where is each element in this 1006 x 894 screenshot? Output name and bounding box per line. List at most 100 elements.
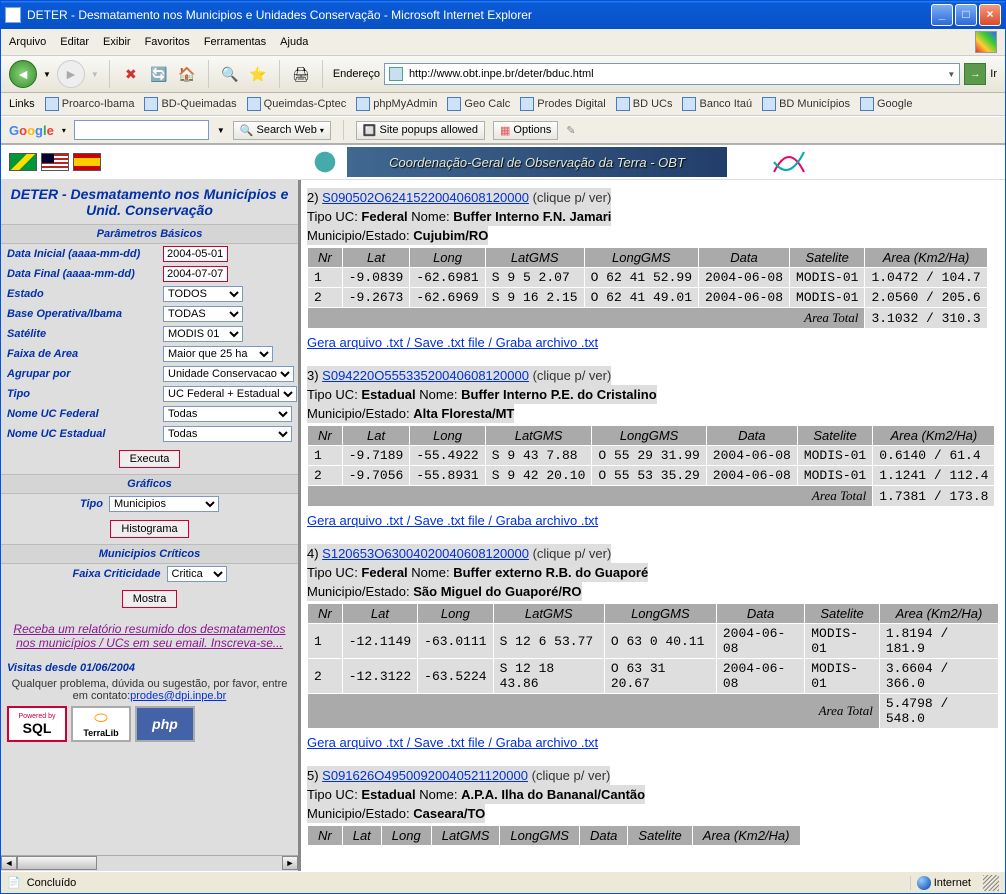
- table-header: Lat: [342, 248, 410, 268]
- scroll-thumb[interactable]: [17, 856, 97, 870]
- menu-bar: Arquivo Editar Exibir Favoritos Ferramen…: [1, 29, 1005, 56]
- links-bar-item[interactable]: Proarco-Ibama: [45, 97, 135, 111]
- criticidade-select[interactable]: Critica: [167, 566, 227, 582]
- minimize-button[interactable]: _: [931, 4, 953, 26]
- close-button[interactable]: ×: [979, 4, 1001, 26]
- links-bar-item[interactable]: BD Municípios: [762, 97, 850, 111]
- popup-icon: 🔲: [363, 124, 377, 137]
- histograma-button[interactable]: Histograma: [110, 520, 188, 538]
- grafico-tipo-select[interactable]: Municipios: [109, 496, 219, 512]
- address-label: Endereço: [333, 68, 380, 80]
- google-popups-button[interactable]: 🔲Site popups allowed: [356, 121, 485, 140]
- obt-header: Coordenação-Geral de Observação da Terra…: [1, 145, 1005, 180]
- pencil-icon[interactable]: ✎: [566, 124, 575, 137]
- address-input[interactable]: [407, 67, 943, 81]
- table-cell: -9.2673: [342, 288, 410, 308]
- result-table: NrLatLongLatGMSLongGMSDataSateliteArea (…: [307, 603, 999, 729]
- links-bar-item[interactable]: Prodes Digital: [520, 97, 605, 111]
- table-header: Lat: [342, 826, 381, 846]
- table-cell: -62.6981: [410, 268, 485, 288]
- google-options-button[interactable]: ▦Options: [493, 121, 558, 140]
- tipo-label: Tipo: [7, 388, 157, 400]
- table-cell: -55.4922: [410, 446, 485, 466]
- links-bar-item[interactable]: Google: [860, 97, 912, 111]
- nome-uc-estadual-select[interactable]: Todas: [163, 426, 292, 442]
- links-toolbar: Links Proarco-IbamaBD-QueimadasQueimdas-…: [1, 93, 1005, 116]
- menu-favoritos[interactable]: Favoritos: [145, 36, 190, 48]
- table-cell: 2004-06-08: [716, 624, 804, 659]
- page-icon: [389, 67, 403, 81]
- links-bar-item[interactable]: phpMyAdmin: [356, 97, 437, 111]
- menu-exibir[interactable]: Exibir: [103, 36, 131, 48]
- options-icon: ▦: [500, 124, 510, 137]
- table-cell: 2: [308, 288, 343, 308]
- links-bar-item[interactable]: Geo Calc: [447, 97, 510, 111]
- link-page-icon: [247, 97, 261, 111]
- table-row: 1-12.1149-63.0111S 12 6 53.77O 63 0 40.1…: [308, 624, 999, 659]
- satelite-select[interactable]: MODIS 01: [163, 326, 243, 342]
- link-page-icon: [682, 97, 696, 111]
- back-button[interactable]: ◄: [9, 60, 37, 88]
- links-bar-item[interactable]: BD UCs: [616, 97, 673, 111]
- contact-email-link[interactable]: prodes@dpi.inpe.br: [130, 690, 226, 702]
- link-label: Prodes Digital: [537, 98, 605, 110]
- table-cell: 2004-06-08: [706, 446, 797, 466]
- save-txt-link[interactable]: Gera arquivo .txt / Save .txt file / Gra…: [307, 735, 598, 750]
- links-bar-item[interactable]: Queimdas-Cptec: [247, 97, 347, 111]
- stop-button[interactable]: ✖: [120, 63, 142, 85]
- refresh-button[interactable]: 🔄: [148, 63, 170, 85]
- google-search-button[interactable]: 🔍Search Web▾: [233, 121, 331, 140]
- search-button[interactable]: 🔍: [219, 63, 241, 85]
- entry-link[interactable]: S090502O62415220040608120000: [322, 190, 529, 205]
- menu-editar[interactable]: Editar: [60, 36, 89, 48]
- data-final-input[interactable]: [163, 266, 228, 282]
- window-title: DETER - Desmatamento nos Municipios e Un…: [27, 8, 532, 22]
- mostra-button[interactable]: Mostra: [122, 590, 178, 608]
- address-dropdown-icon[interactable]: ▼: [947, 70, 955, 79]
- address-box[interactable]: ▼: [384, 63, 960, 85]
- table-cell: -9.7056: [342, 466, 410, 486]
- result-table: NrLatLongLatGMSLongGMSDataSateliteArea (…: [307, 825, 801, 846]
- scroll-left-icon[interactable]: ◄: [1, 856, 17, 870]
- table-cell: 3.6604 / 366.0: [879, 659, 998, 694]
- home-button[interactable]: 🏠: [176, 63, 198, 85]
- links-bar-item[interactable]: BD-Queimadas: [144, 97, 236, 111]
- go-button[interactable]: →: [964, 63, 986, 85]
- result-table: NrLatLongLatGMSLongGMSDataSateliteArea (…: [307, 425, 995, 507]
- flag-usa-icon[interactable]: [41, 153, 69, 171]
- menu-arquivo[interactable]: Arquivo: [9, 36, 46, 48]
- data-inicial-input[interactable]: [163, 246, 228, 262]
- entry-link[interactable]: S094220O55533520040608120000: [322, 368, 529, 383]
- print-button[interactable]: 🖨: [290, 63, 312, 85]
- save-txt-link[interactable]: Gera arquivo .txt / Save .txt file / Gra…: [307, 513, 598, 528]
- executa-button[interactable]: Executa: [119, 450, 181, 468]
- base-select[interactable]: TODAS: [163, 306, 243, 322]
- estado-select[interactable]: TODOS: [163, 286, 243, 302]
- left-panel-scrollbar[interactable]: ◄ ►: [1, 855, 298, 871]
- save-txt-link[interactable]: Gera arquivo .txt / Save .txt file / Gra…: [307, 335, 598, 350]
- flag-spain-icon[interactable]: [73, 153, 101, 171]
- entry-link[interactable]: S091626O49500920040521120000: [322, 768, 528, 783]
- favorites-button[interactable]: ⭐: [247, 63, 269, 85]
- promo-link[interactable]: Receba um relatório resumido dos desmata…: [13, 622, 285, 650]
- scroll-right-icon[interactable]: ►: [282, 856, 298, 870]
- menu-ajuda[interactable]: Ajuda: [280, 36, 308, 48]
- table-row: 2-9.7056-55.8931S 9 42 20.10O 55 53 35.2…: [308, 466, 995, 486]
- table-cell: -12.1149: [342, 624, 417, 659]
- agrupar-select[interactable]: Unidade Conservacao: [163, 366, 294, 382]
- promo-block: Receba um relatório resumido dos desmata…: [1, 614, 298, 658]
- resize-grip-icon[interactable]: [983, 875, 999, 891]
- table-cell: 2004-06-08: [716, 659, 804, 694]
- nome-uc-federal-select[interactable]: Todas: [163, 406, 292, 422]
- table-cell: -12.3122: [342, 659, 417, 694]
- flag-brazil-icon[interactable]: [9, 153, 37, 171]
- tipo-select[interactable]: UC Federal + Estadual: [163, 386, 297, 402]
- entry-link[interactable]: S120653O63004020040608120000: [322, 546, 529, 561]
- maximize-button[interactable]: □: [955, 4, 977, 26]
- faixa-area-select[interactable]: Maior que 25 ha: [163, 346, 273, 362]
- section-basic-params: Parâmetros Básicos: [1, 224, 298, 244]
- menu-ferramentas[interactable]: Ferramentas: [204, 36, 266, 48]
- links-bar-item[interactable]: Banco Itaú: [682, 97, 752, 111]
- google-search-input[interactable]: [74, 120, 209, 140]
- table-header: Long: [381, 826, 431, 846]
